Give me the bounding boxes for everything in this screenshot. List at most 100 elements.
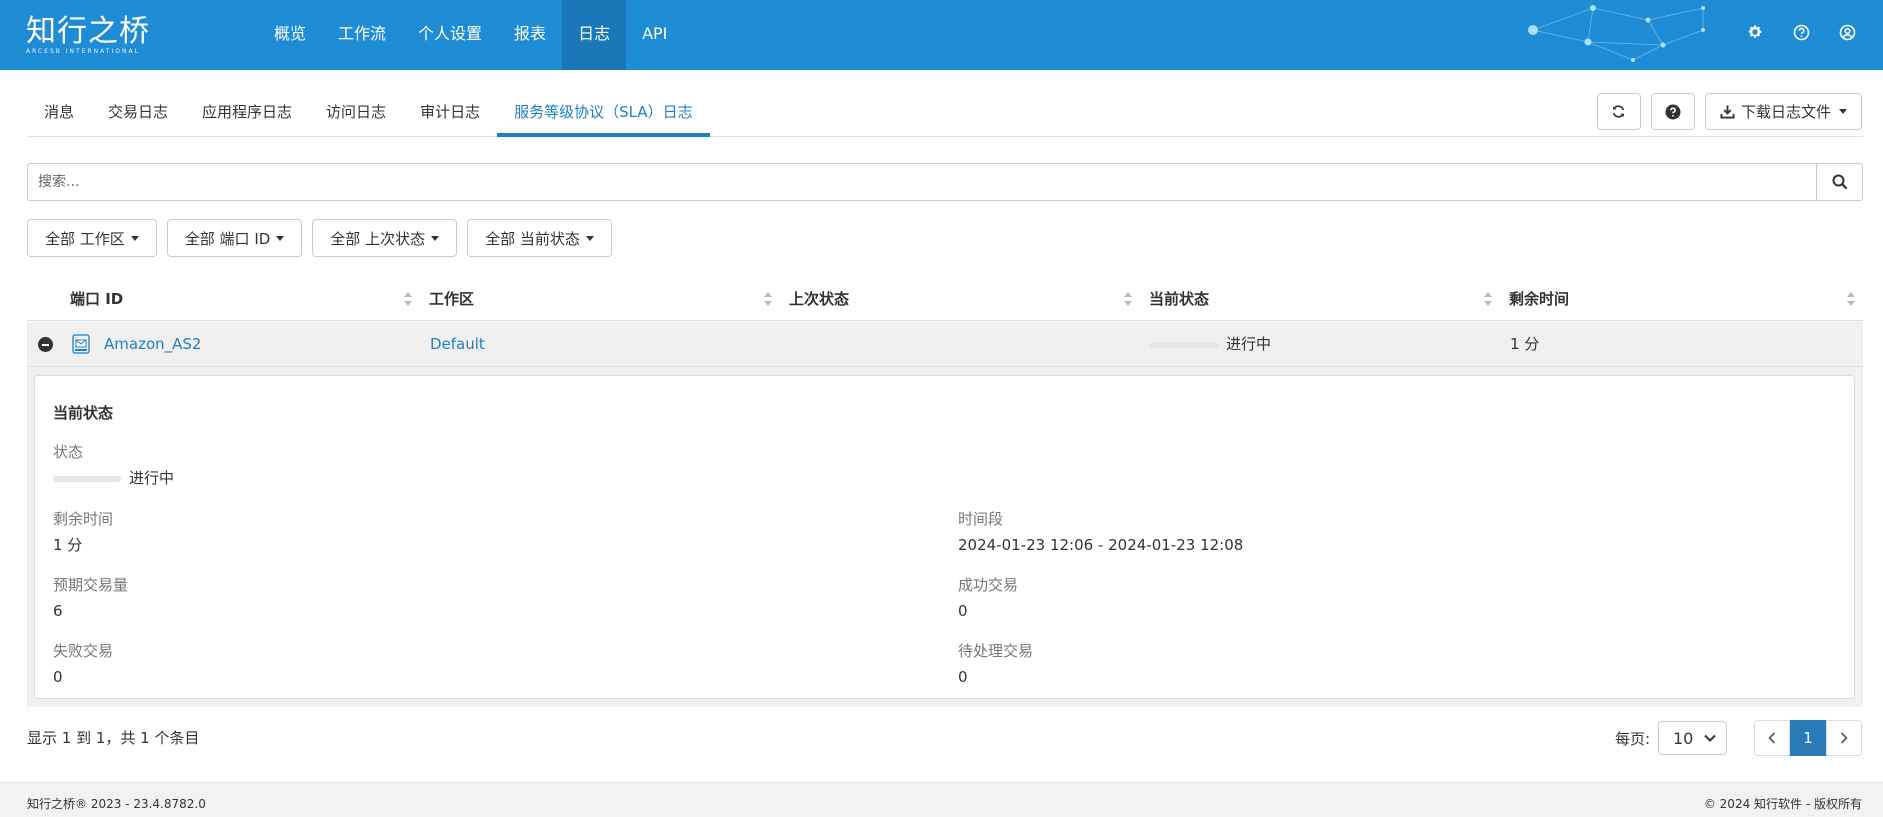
tab-sla-log[interactable]: 服务等级协议（SLA）日志 (497, 88, 710, 137)
table-row[interactable]: Amazon_AS2 Default 进行中 1 分 (27, 322, 1863, 367)
nav-item-workflow[interactable]: 工作流 (322, 0, 402, 70)
footer: 知行之桥® 2023 - 23.4.8782.0 © 2024 知行软件 - 版… (0, 782, 1883, 817)
nav-item-settings[interactable]: 个人设置 (402, 0, 498, 70)
help-icon (1665, 104, 1681, 119)
toolbar: 下载日志文件 (1596, 93, 1862, 130)
detail-success-label: 成功交易 (958, 576, 1019, 594)
status-progress-bar (1150, 341, 1218, 348)
detail-remaining: 剩余时间 1 分 (53, 509, 113, 555)
port-id-link[interactable]: Amazon_AS2 (104, 335, 201, 353)
cell-workspace: Default (430, 322, 485, 367)
help-button[interactable] (1650, 93, 1695, 130)
filter-current-status-label: 全部 当前状态 (485, 229, 580, 248)
chevron-down-icon (1839, 109, 1847, 114)
detail-expected: 预期交易量 6 (53, 575, 128, 621)
log-tabs: 消息 交易日志 应用程序日志 访问日志 审计日志 服务等级协议（SLA）日志 (27, 88, 1863, 137)
tab-messages[interactable]: 消息 (27, 88, 91, 137)
chevron-down-icon (1704, 734, 1716, 742)
chevron-down-icon (276, 235, 285, 241)
sort-icon (1847, 292, 1855, 308)
col-current-status-label: 当前状态 (1149, 290, 1210, 308)
tab-audit-log[interactable]: 审计日志 (403, 88, 497, 137)
current-status-panel: 当前状态 状态 进行中 剩余时间 1 分 时间段 2024-01-23 12:0… (34, 375, 1855, 699)
sort-icon (404, 292, 412, 308)
col-port-id[interactable]: 端口 ID (61, 280, 420, 320)
tab-transaction-log[interactable]: 交易日志 (91, 88, 185, 137)
workspace-link[interactable]: Default (430, 335, 485, 353)
help-circle-icon[interactable] (1791, 22, 1811, 42)
detail-period-label: 时间段 (958, 510, 1004, 528)
filter-workspace-label: 全部 工作区 (45, 229, 125, 248)
search-input[interactable] (27, 163, 1816, 201)
filter-port-id-label: 全部 端口 ID (184, 229, 271, 248)
brand-logo[interactable]: 知行之桥 ARCESB INTERNATIONAL (26, 16, 150, 56)
cell-current-status: 进行中 (1150, 322, 1271, 367)
detail-pending-value: 0 (958, 668, 968, 686)
prev-page-button[interactable] (1754, 720, 1790, 756)
search-bar (27, 163, 1863, 201)
detail-status-value-row: 进行中 (53, 468, 174, 488)
gear-icon[interactable] (1745, 22, 1765, 42)
detail-expected-value: 6 (53, 602, 63, 620)
nav-item-logs[interactable]: 日志 (562, 0, 627, 70)
brand-subtitle: ARCESB INTERNATIONAL (26, 48, 140, 55)
detail-expected-label: 预期交易量 (53, 576, 129, 594)
collapse-row-icon[interactable] (38, 337, 53, 352)
sort-icon (1124, 292, 1132, 308)
status-progress-bar (53, 475, 121, 482)
filter-port-id[interactable]: 全部 端口 ID (166, 219, 303, 257)
footer-version: 知行之桥® 2023 - 23.4.8782.0 (27, 797, 206, 811)
chevron-left-icon (1768, 732, 1776, 744)
row-detail-wrapper: 当前状态 状态 进行中 剩余时间 1 分 时间段 2024-01-23 12:0… (27, 367, 1863, 707)
nav-item-reports[interactable]: 报表 (498, 0, 562, 70)
col-port-id-label: 端口 ID (70, 290, 124, 308)
sort-icon (1484, 292, 1492, 308)
detail-period-value: 2024-01-23 12:06 - 2024-01-23 12:08 (958, 536, 1244, 554)
col-workspace-label: 工作区 (429, 290, 475, 308)
per-page-value: 10 (1673, 728, 1694, 748)
detail-failed: 失败交易 0 (53, 641, 113, 687)
user-circle-icon[interactable] (1837, 22, 1857, 42)
detail-heading: 当前状态 (53, 404, 114, 422)
filter-workspace[interactable]: 全部 工作区 (27, 219, 157, 257)
expand-column (27, 280, 61, 320)
col-workspace[interactable]: 工作区 (420, 280, 780, 320)
top-navbar: 知行之桥 ARCESB INTERNATIONAL 概览 工作流 个人设置 报表… (0, 0, 1883, 70)
table-header: 端口 ID 工作区 上次状态 当前状态 剩余时间 (27, 280, 1863, 321)
next-page-button[interactable] (1826, 720, 1862, 756)
detail-remaining-value: 1 分 (53, 536, 83, 554)
col-last-status[interactable]: 上次状态 (780, 280, 1140, 320)
nav-item-api[interactable]: API (626, 0, 683, 70)
tab-application-log[interactable]: 应用程序日志 (185, 88, 309, 137)
page-button-current[interactable]: 1 (1790, 720, 1826, 756)
header-icons (1745, 22, 1857, 42)
tab-access-log[interactable]: 访问日志 (309, 88, 403, 137)
per-page-label: 每页: (1614, 729, 1650, 748)
chevron-right-icon (1840, 732, 1848, 744)
detail-period: 时间段 2024-01-23 12:06 - 2024-01-23 12:08 (958, 509, 1243, 555)
detail-success-value: 0 (958, 602, 968, 620)
chevron-down-icon (431, 235, 440, 241)
col-last-status-label: 上次状态 (789, 290, 850, 308)
detail-pending-label: 待处理交易 (958, 642, 1034, 660)
col-current-status[interactable]: 当前状态 (1140, 280, 1500, 320)
filter-last-status-label: 全部 上次状态 (330, 229, 426, 248)
footer-copyright: © 2024 知行软件 - 版权所有 (1703, 797, 1862, 811)
detail-success: 成功交易 0 (958, 575, 1018, 621)
filter-bar: 全部 工作区 全部 端口 ID 全部 上次状态 全部 当前状态 (27, 219, 612, 257)
nav-item-overview[interactable]: 概览 (258, 0, 322, 70)
col-remaining-time[interactable]: 剩余时间 (1500, 280, 1863, 320)
port-icon (72, 334, 90, 354)
current-status-text: 进行中 (1226, 335, 1272, 353)
cell-remaining-time: 1 分 (1510, 335, 1540, 353)
detail-pending: 待处理交易 0 (958, 641, 1033, 687)
search-icon (1832, 174, 1847, 190)
chevron-down-icon (585, 235, 594, 241)
per-page-select[interactable]: 10 (1658, 721, 1727, 755)
download-log-label: 下载日志文件 (1740, 103, 1831, 121)
filter-last-status[interactable]: 全部 上次状态 (312, 219, 458, 257)
download-log-button[interactable]: 下载日志文件 (1704, 93, 1862, 130)
refresh-button[interactable] (1596, 93, 1641, 130)
search-button[interactable] (1816, 163, 1863, 201)
filter-current-status[interactable]: 全部 当前状态 (467, 219, 612, 257)
